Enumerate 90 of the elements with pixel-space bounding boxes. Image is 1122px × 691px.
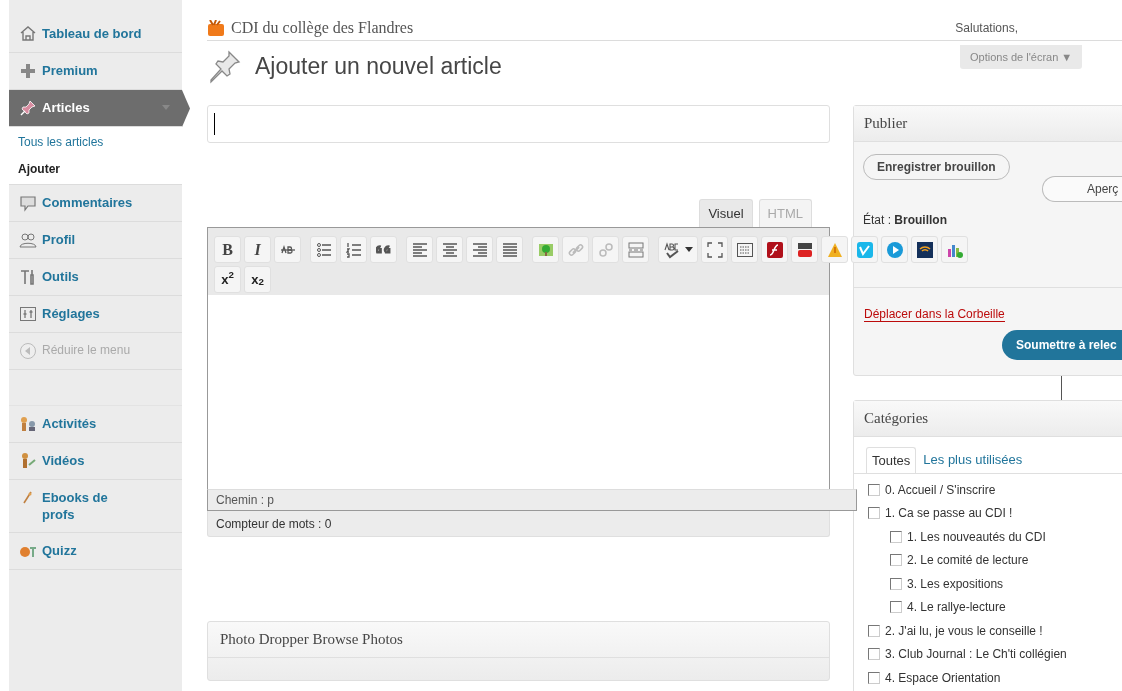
toolbar-toggle-icon bbox=[735, 240, 754, 259]
category-label: 2. Le comité de lecture bbox=[907, 552, 1029, 570]
category-label: 0. Accueil / S'inscrire bbox=[885, 481, 996, 499]
category-label: 4. Espace Orientation bbox=[885, 669, 1001, 687]
category-label: 3. Les expositions bbox=[907, 575, 1004, 593]
category-tab[interactable]: Les plus utilisées bbox=[918, 447, 1028, 473]
signal-icon bbox=[915, 240, 934, 259]
title-input[interactable] bbox=[207, 105, 830, 143]
word-count: Compteur de mots : 0 bbox=[216, 515, 332, 533]
toolbar-button[interactable]: x$_{2}$ bbox=[244, 266, 271, 293]
sidebar-item[interactable]: Outils bbox=[9, 259, 182, 296]
video-icon bbox=[795, 240, 814, 259]
submenu-item[interactable]: Tous les articles bbox=[9, 133, 182, 151]
panel-title: Photo Dropper Browse Photos bbox=[220, 630, 403, 650]
greeting-text: Salutations, bbox=[955, 20, 1018, 37]
path-text: Chemin : p bbox=[216, 492, 275, 509]
dropdown-caret-icon bbox=[685, 247, 693, 252]
sidebar-item[interactable]: Ebooks de profs bbox=[9, 480, 182, 533]
pushpin-icon bbox=[19, 99, 37, 117]
page-break-icon bbox=[626, 240, 645, 259]
panel-title: Publier bbox=[864, 114, 908, 134]
dropdown-caret-icon bbox=[162, 105, 170, 110]
quote-icon bbox=[375, 245, 392, 254]
checkbox[interactable] bbox=[868, 624, 880, 637]
fullscreen-icon bbox=[705, 240, 724, 259]
category-label: 2. J'ai lu, je vous le conseille ! bbox=[885, 622, 1043, 640]
toolbar-button[interactable] bbox=[911, 236, 938, 263]
justify-icon bbox=[500, 240, 519, 259]
comment-icon bbox=[19, 194, 37, 212]
spellcheck-icon bbox=[663, 240, 681, 259]
checkbox[interactable] bbox=[890, 554, 902, 567]
vimeo-icon bbox=[855, 240, 874, 259]
bullet-list-icon bbox=[314, 240, 333, 259]
sidebar-item[interactable]: Commentaires bbox=[9, 185, 182, 222]
submenu-item[interactable]: Ajouter bbox=[9, 160, 182, 178]
panel-title: Catégories bbox=[864, 409, 929, 429]
tools-icon bbox=[19, 268, 37, 286]
flash-icon bbox=[765, 240, 784, 259]
toolbar-button[interactable]: I bbox=[244, 236, 271, 263]
post-status: État : Brouillon bbox=[863, 211, 949, 229]
collapse-icon bbox=[19, 342, 37, 360]
figures-icon bbox=[19, 415, 37, 433]
users-icon bbox=[19, 231, 37, 249]
sidebar-item[interactable]: Réglages bbox=[9, 296, 182, 333]
align-center-icon bbox=[440, 240, 459, 259]
submit-review-button[interactable]: Soumettre à relec bbox=[1002, 329, 1122, 360]
trash-link[interactable]: Déplacer dans la Corbeille bbox=[864, 307, 1005, 322]
page-title: Ajouter un nouvel article bbox=[255, 51, 502, 81]
unlink-icon bbox=[596, 240, 615, 259]
plus-icon bbox=[19, 62, 37, 80]
toolbar-button[interactable] bbox=[274, 236, 301, 263]
sidebar-item[interactable]: Articles bbox=[9, 90, 190, 127]
category-label: 1. Ca se passe au CDI ! bbox=[885, 505, 1013, 523]
checkbox[interactable] bbox=[890, 577, 902, 590]
checkbox[interactable] bbox=[868, 648, 880, 661]
sidebar-item[interactable]: Quizz bbox=[9, 533, 182, 570]
figure-icon bbox=[19, 452, 37, 470]
toolbar-button[interactable] bbox=[791, 236, 818, 263]
play-circle-icon bbox=[885, 240, 904, 259]
editor-tab[interactable]: Visuel bbox=[699, 199, 753, 227]
checkbox[interactable] bbox=[890, 530, 902, 543]
home-icon bbox=[19, 25, 37, 43]
category-label: 4. Le rallye-lecture bbox=[907, 599, 1006, 617]
site-title[interactable]: CDI du collège des Flandres bbox=[231, 16, 414, 40]
category-label: 1. Les nouveautés du CDI bbox=[907, 528, 1046, 546]
toolbar-button[interactable] bbox=[370, 236, 397, 263]
category-label: 3. Club Journal : Le Ch'ti collégien bbox=[885, 646, 1067, 664]
checkbox[interactable] bbox=[868, 483, 880, 496]
toolbar-button[interactable] bbox=[658, 236, 698, 263]
sidebar-item[interactable]: Vidéos bbox=[9, 443, 182, 480]
toolbar-button[interactable] bbox=[761, 236, 788, 263]
align-right-icon bbox=[470, 240, 489, 259]
checkbox[interactable] bbox=[890, 601, 902, 614]
site-logo-icon bbox=[207, 20, 225, 36]
sidebar-item[interactable]: Tableau de bord bbox=[9, 16, 182, 53]
pushpin-icon bbox=[207, 48, 243, 84]
category-tab[interactable]: Toutes bbox=[866, 447, 917, 473]
numbered-list-icon bbox=[344, 240, 363, 259]
toolbar-button[interactable] bbox=[731, 236, 758, 263]
sidebar-item[interactable]: Profil bbox=[9, 222, 182, 259]
sidebar-item[interactable]: Activités bbox=[9, 406, 182, 443]
toolbar-button[interactable]: x$^{2}$ bbox=[214, 266, 241, 293]
save-draft-button[interactable]: Enregistrer brouillon bbox=[863, 154, 1010, 180]
align-left-icon bbox=[410, 240, 429, 259]
checkbox[interactable] bbox=[868, 507, 880, 520]
toolbar-button[interactable]: B bbox=[214, 236, 241, 263]
screen-options-button[interactable]: Options de l'écran ▼ bbox=[960, 45, 1083, 69]
settings-icon bbox=[19, 305, 37, 323]
preview-button[interactable]: Aperç bbox=[1042, 176, 1122, 202]
checkbox[interactable] bbox=[868, 671, 880, 684]
